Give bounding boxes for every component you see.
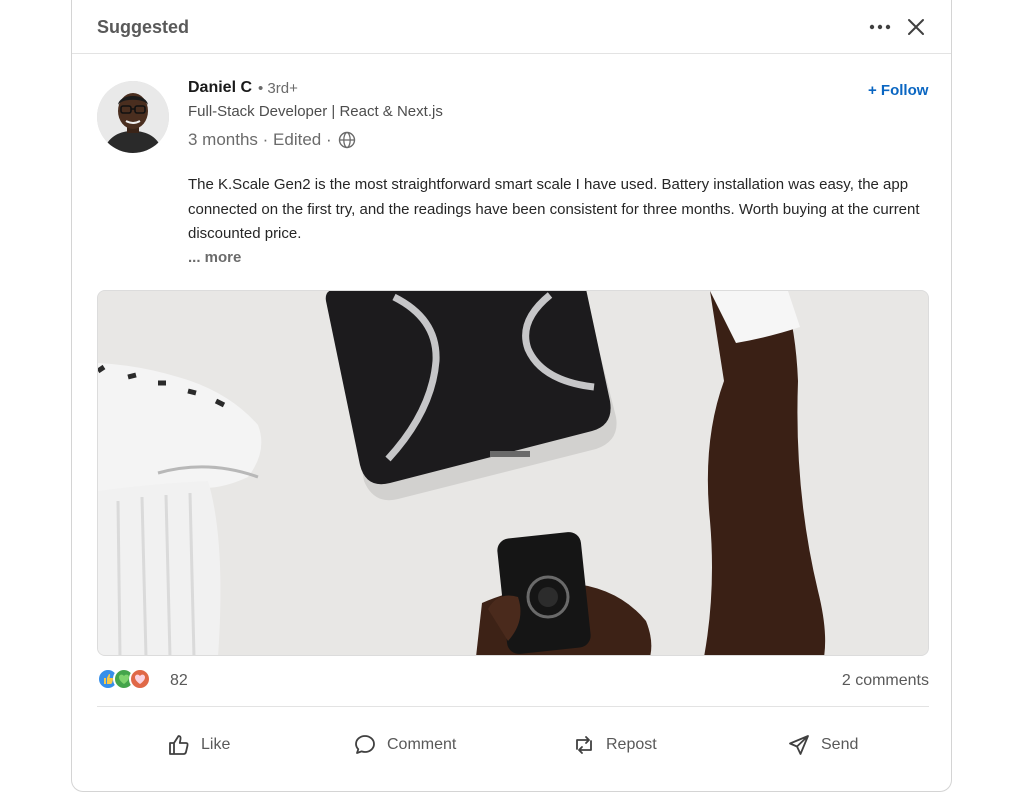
suggested-label: Suggested — [97, 17, 190, 37]
like-label: Like — [201, 736, 231, 753]
globe-icon — [338, 131, 356, 149]
like-button[interactable]: Like — [167, 720, 230, 770]
ellipsis-icon[interactable] — [865, 12, 895, 42]
send-button[interactable]: Send — [787, 720, 858, 770]
connection-degree: • 3rd+ — [258, 80, 298, 97]
author-headline: Full-Stack Developer | React & Next.js — [188, 103, 443, 120]
social-counts: 82 2 comments — [97, 667, 929, 695]
send-icon — [789, 735, 809, 755]
comment-button[interactable]: Comment — [353, 720, 456, 770]
repost-icon — [576, 736, 592, 754]
thumbs-up-icon — [169, 735, 189, 755]
repost-label: Repost — [606, 736, 657, 753]
repost-button[interactable]: Repost — [572, 720, 657, 770]
divider — [97, 706, 929, 707]
follow-button[interactable]: + Follow — [868, 82, 928, 99]
comments-count[interactable]: 2 comments — [842, 672, 929, 690]
post-meta: 3 months · Edited · — [188, 130, 356, 150]
action-bar: Like Comment Repost Send — [97, 720, 929, 770]
post-text: The K.Scale Gen2 is the most straightfor… — [188, 176, 920, 242]
post-timestamp: 3 months · Edited · — [188, 130, 332, 149]
send-label: Send — [821, 736, 859, 753]
feed-post-card: Suggested Daniel C • 3rd+ Full-Stack Dev… — [71, 0, 952, 792]
comment-label: Comment — [387, 736, 457, 753]
author-name[interactable]: Daniel C — [188, 79, 252, 97]
card-header: Suggested — [72, 0, 951, 54]
comment-icon — [355, 735, 375, 754]
avatar[interactable] — [97, 81, 169, 153]
reaction-count[interactable]: 82 — [170, 672, 188, 690]
love-reaction-icon — [129, 668, 151, 690]
post-image[interactable] — [97, 290, 929, 656]
close-icon[interactable] — [901, 12, 931, 42]
reaction-icons[interactable] — [97, 668, 151, 690]
see-more-link[interactable]: ... more — [188, 249, 241, 266]
